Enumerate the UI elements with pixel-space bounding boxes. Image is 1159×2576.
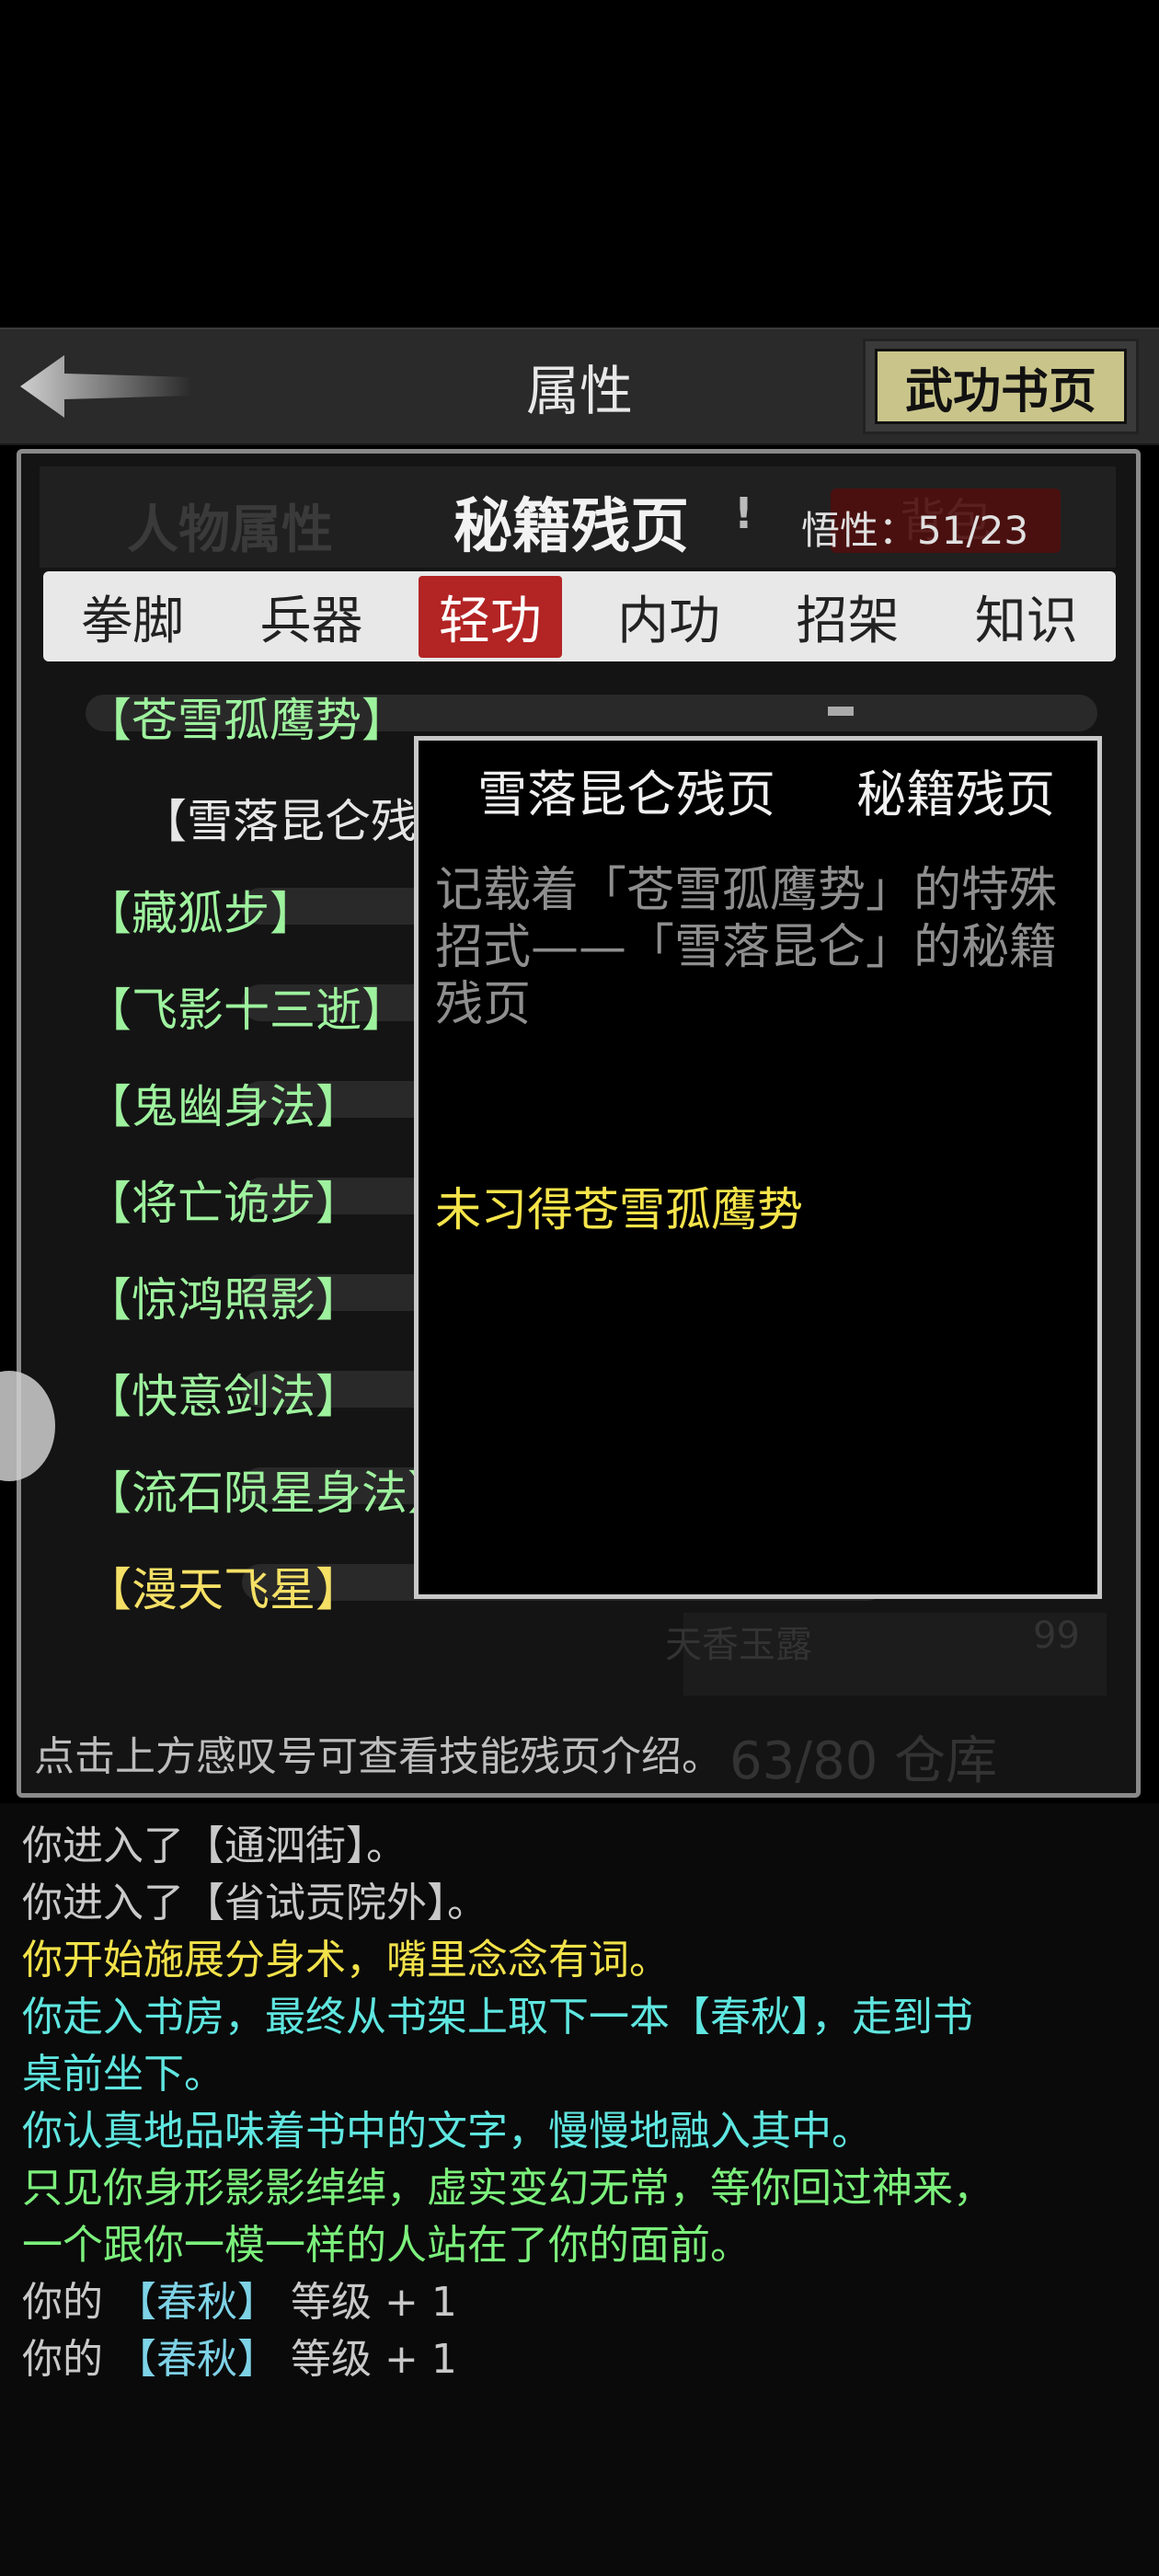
tab-quanjiao[interactable]: 拳脚 [61, 576, 204, 658]
log-line: 一个跟你一模一样的人站在了你的面前。 [22, 2222, 751, 2269]
tab-zhishi[interactable]: 知识 [955, 576, 1098, 658]
skill-item[interactable]: 【惊鸿照影】 [86, 1263, 361, 1329]
log-line: 你进入了【省试贡院外】。 [22, 1880, 488, 1926]
panel-title: 秘籍残页 [453, 493, 689, 561]
skill-item[interactable]: 【藏狐步】 [86, 877, 316, 943]
level-suffix: 等级 + 1 [291, 2279, 457, 2326]
level-line: 你的 【春秋】 等级 + 1 [22, 2269, 457, 2328]
popup-description: 记载着「苍雪孤鹰势」的特殊招式——「雪落昆仑」的秘籍残页 [435, 863, 1058, 1032]
item-detail-popup[interactable]: 雪落昆仑残页 秘籍残页 记载着「苍雪孤鹰势」的特殊招式——「雪落昆仑」的秘籍残页… [414, 736, 1102, 1599]
popup-item-type: 秘籍残页 [856, 765, 1055, 823]
skill-item[interactable]: 【飞影十三逝】 [86, 973, 407, 1040]
log-line: 桌前坐下。 [22, 2051, 224, 2098]
tab-bingqi[interactable]: 兵器 [239, 576, 383, 658]
hint-text: 点击上方感叹号可查看技能残页介绍。 [34, 1733, 722, 1780]
skill-item[interactable]: 【苍雪孤鹰势】 [86, 684, 407, 750]
log-line: 你走入书房，最终从书架上取下一本【春秋】，走到书 [22, 1994, 973, 2041]
wuxing-stat: 悟性：51/23 [801, 508, 1029, 553]
skill-item[interactable]: 【鬼幽身法】 [86, 1070, 361, 1136]
skill-item[interactable]: 【将亡诡步】 [86, 1167, 361, 1233]
level-line: 你的 【春秋】 等级 + 1 [22, 2326, 457, 2385]
skill-item[interactable]: 【漫天飞星】 [86, 1553, 361, 1619]
ghost-item-name: 天香玉露 [665, 1624, 812, 1666]
wugong-pages-button[interactable]: 武功书页 [863, 339, 1139, 434]
ghost-item-count: 99 [1033, 1615, 1080, 1657]
bg-tab-attributes: 人物属性 [127, 500, 333, 560]
level-book: 【春秋】 [116, 2279, 278, 2326]
wugong-pages-label: 武功书页 [875, 349, 1127, 424]
skill-item[interactable]: 【流石陨星身法】 [86, 1456, 453, 1523]
tab-zhaojia[interactable]: 招架 [775, 576, 919, 658]
message-log: 你进入了【通泗街】。 你进入了【省试贡院外】。 你开始施展分身术，嘴里念念有词。… [0, 1803, 1159, 2576]
skill-item[interactable]: 【快意剑法】 [86, 1360, 361, 1426]
popup-item-name: 雪落昆仑残页 [477, 765, 775, 823]
level-book: 【春秋】 [116, 2336, 278, 2383]
level-prefix: 你的 [22, 2336, 103, 2383]
log-line: 你进入了【通泗街】。 [22, 1823, 407, 1869]
tab-neigong[interactable]: 内功 [597, 576, 740, 658]
ghost-storage-count: 63/80 仓库 [729, 1731, 998, 1791]
scroll-handle [828, 707, 854, 716]
level-prefix: 你的 [22, 2279, 103, 2326]
log-line: 你开始施展分身术，嘴里念念有词。 [22, 1937, 670, 1984]
info-exclamation-icon[interactable]: ! [734, 489, 753, 538]
category-tabs: 拳脚 兵器 轻功 内功 招架 知识 [43, 571, 1116, 661]
top-bar: 属性 武功书页 [0, 328, 1159, 445]
tab-qinggong[interactable]: 轻功 [418, 575, 562, 658]
level-suffix: 等级 + 1 [291, 2336, 457, 2383]
log-line: 只见你身形影影绰绰，虚实变幻无常，等你回过神来， [22, 2165, 993, 2212]
popup-warning: 未习得苍雪孤鹰势 [435, 1183, 803, 1236]
log-line: 你认真地品味着书中的文字，慢慢地融入其中。 [22, 2108, 872, 2155]
